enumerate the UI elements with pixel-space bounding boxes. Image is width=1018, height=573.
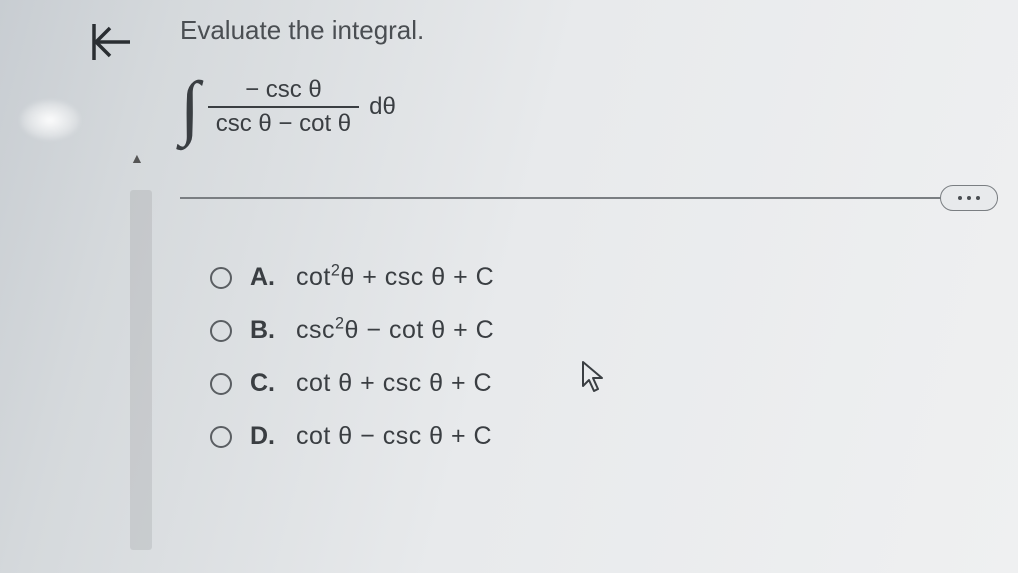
option-a: A. cot2θ + csc θ + C [210,263,988,292]
integral-sign: ∫ [180,71,200,143]
back-arrow-button[interactable] [90,20,134,69]
option-d-letter: D. [250,422,278,451]
section-divider [180,197,998,199]
mouse-cursor-icon [580,360,608,401]
fraction-numerator: − csc θ [237,74,330,106]
answer-options: A. cot2θ + csc θ + C B. csc2θ − cot θ + … [180,263,988,451]
question-panel: Evaluate the integral. ∫ − csc θ csc θ −… [180,15,988,475]
divider-row [180,183,988,213]
scrollbar-track[interactable] [130,190,152,550]
option-b: B. csc2θ − cot θ + C [210,316,988,345]
scroll-up-caret[interactable]: ▲ [130,150,144,166]
differential: dθ [369,93,396,121]
more-options-button[interactable] [940,185,998,211]
option-d-text: cot θ − csc θ + C [296,422,492,451]
question-prompt: Evaluate the integral. [180,15,988,46]
left-gutter: ▲ [0,0,170,573]
radio-d[interactable] [210,426,232,448]
option-b-letter: B. [250,316,278,345]
fraction-denominator: csc θ − cot θ [208,108,359,140]
option-b-text: csc2θ − cot θ + C [296,316,494,345]
integral-fraction: − csc θ csc θ − cot θ [208,74,359,140]
radio-c[interactable] [210,373,232,395]
radio-a[interactable] [210,267,232,289]
radio-b[interactable] [210,320,232,342]
option-c-letter: C. [250,369,278,398]
option-a-letter: A. [250,263,278,292]
lens-glare [20,100,80,140]
option-a-text: cot2θ + csc θ + C [296,263,494,292]
option-c-text: cot θ + csc θ + C [296,369,492,398]
integral-expression: ∫ − csc θ csc θ − cot θ dθ [180,71,988,143]
option-d: D. cot θ − csc θ + C [210,422,988,451]
